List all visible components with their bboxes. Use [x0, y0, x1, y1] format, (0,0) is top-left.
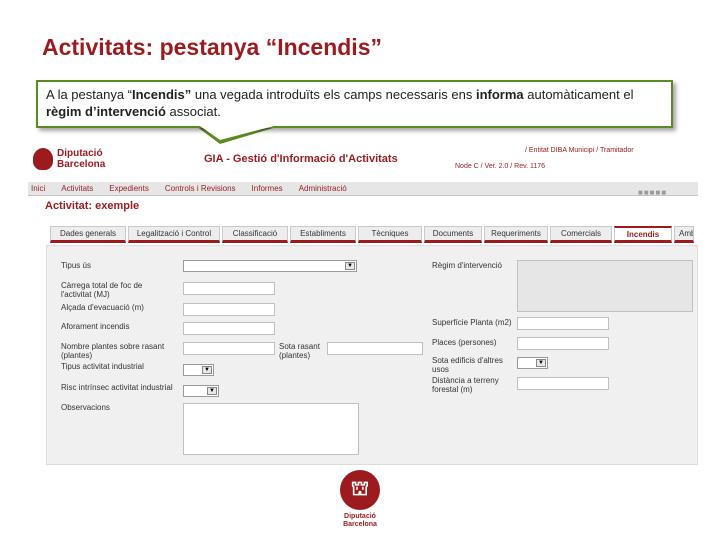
textarea-observacions[interactable] — [183, 403, 359, 455]
textarea-regim-intervencio[interactable] — [517, 260, 693, 312]
menu-item-controls[interactable]: Controls i Revisions — [165, 182, 236, 195]
tab-legalitzacio[interactable]: Legalització i Control — [128, 226, 220, 243]
select-sota-edificis[interactable]: ▼ — [517, 357, 548, 369]
input-plantes-rasant[interactable] — [183, 342, 275, 355]
label-distancia-forestal: Distància a terreny forestal (m) — [432, 376, 499, 394]
label-tipus-us: Tipus ús — [61, 261, 91, 270]
label-carrega-foc: Càrrega total de foc de l'activitat (MJ) — [61, 281, 143, 299]
label-alcada-evacuacio: Alçada d'evacuació (m) — [61, 303, 144, 312]
label-observacions: Observacions — [61, 403, 110, 412]
app-title: GIA - Gestió d'Informació d'Activitats — [204, 153, 398, 165]
menu-item-expedients[interactable]: Expedients — [109, 182, 149, 195]
chevron-down-icon: ▼ — [536, 359, 546, 367]
activity-title: Activitat: exemple — [45, 200, 140, 212]
tab-requeriments[interactable]: Requeriments — [484, 226, 548, 243]
callout-bold-regim: règim d’intervenció — [46, 104, 166, 119]
slide-title: Activitats: pestanya “Incendis” — [42, 34, 382, 60]
callout-text-4: associat. — [165, 104, 221, 119]
logo-line-1: Diputació — [57, 148, 103, 159]
tab-ambiental[interactable]: Ambi — [674, 226, 694, 243]
chevron-down-icon: ▼ — [207, 387, 217, 395]
label-sota-rasant: Sota rasant (plantes) — [279, 342, 320, 360]
input-distancia-forestal[interactable] — [517, 377, 609, 390]
tab-incendis[interactable]: Incendis — [614, 226, 672, 243]
tab-documents[interactable]: Documents — [424, 226, 482, 243]
menu-item-informes[interactable]: Informes — [252, 182, 283, 195]
callout-tail-fill — [200, 126, 274, 140]
callout-text-2: una vegada introduïts els camps necessar… — [191, 87, 476, 102]
input-superficie[interactable] — [517, 317, 609, 330]
app-logo: Diputació Barcelona — [33, 148, 105, 170]
callout-bold-informa: informa — [475, 87, 524, 102]
label-places: Places (persones) — [432, 338, 497, 347]
label-sota-edificis: Sota edificis d'altres usos — [432, 356, 503, 374]
label-superficie: Superfície Planta (m2) — [432, 318, 512, 327]
input-aforament[interactable] — [183, 322, 275, 335]
tab-classificacio[interactable]: Classificació — [222, 226, 288, 243]
input-carrega-foc[interactable] — [183, 282, 275, 295]
chevron-down-icon: ▼ — [345, 262, 355, 270]
callout-bold-tab: Incendis” — [132, 87, 192, 102]
footer-logo-line-2: Barcelona — [343, 521, 377, 528]
label-risc-intrinsec: Risc intrínsec activitat industrial — [61, 383, 173, 392]
main-menu: Inici Activitats Expedients Controls i R… — [28, 182, 698, 196]
menu-item-administracio[interactable]: Administració — [299, 182, 347, 195]
label-aforament: Aforament incendis — [61, 322, 130, 331]
callout-text-1: A la pestanya “ — [46, 87, 132, 102]
logo-line-2: Barcelona — [57, 159, 106, 170]
tab-comercials[interactable]: Comercials — [550, 226, 612, 243]
select-risc-intrinsec[interactable]: ▼ — [183, 385, 219, 397]
incendis-form: Tipus ús ▼ Càrrega total de foc de l'act… — [46, 245, 698, 465]
menu-item-activitats[interactable]: Activitats — [61, 182, 93, 195]
input-places[interactable] — [517, 337, 609, 350]
input-sota-rasant[interactable] — [327, 342, 423, 355]
label-regim-intervencio: Règim d'intervenció — [432, 261, 503, 270]
menu-item-inici[interactable]: Inici — [31, 182, 45, 195]
label-plantes-rasant: Nombre plantes sobre rasant (plantes) — [61, 342, 165, 360]
footer-logo: ⛫ Diputació Barcelona — [338, 470, 382, 529]
tab-establiments[interactable]: Establiments — [290, 226, 356, 243]
callout-box: A la pestanya “Incendis” una vegada intr… — [36, 80, 673, 128]
tab-tecniques[interactable]: Tècniques — [358, 226, 422, 243]
select-tipus-industrial[interactable]: ▼ — [183, 364, 214, 376]
more-dots-icon: ■■■■■ — [638, 188, 668, 197]
label-tipus-industrial: Tipus activitat industrial — [61, 362, 144, 371]
callout-text-3: automàticament el — [523, 87, 634, 102]
select-tipus-us[interactable]: ▼ — [183, 260, 357, 272]
chevron-down-icon: ▼ — [202, 366, 212, 374]
input-alcada-evacuacio[interactable] — [183, 303, 275, 316]
app-screenshot: Diputació Barcelona GIA - Gestió d'Infor… — [28, 140, 698, 470]
diputacio-seal-icon: ⛫ — [340, 470, 380, 510]
app-user-info: / Entitat DIBA Municipi / Tramitador — [525, 147, 634, 154]
diputacio-logo-icon — [33, 148, 53, 170]
footer-logo-line-1: Diputació — [344, 513, 376, 520]
tab-dades-generals[interactable]: Dades generals — [50, 226, 126, 243]
app-version-info: Node C / Ver. 2.0 / Rev. 1176 — [455, 163, 546, 170]
tab-bar: Dades generals Legalització i Control Cl… — [50, 226, 694, 243]
